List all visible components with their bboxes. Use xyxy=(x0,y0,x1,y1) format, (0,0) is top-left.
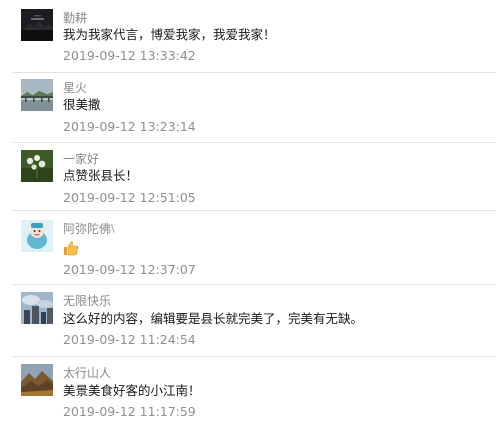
comment-item: 勤耕 我为我家代言，博爱我家，我爱我家！ 2019-09-12 13:33:42 xyxy=(0,0,500,73)
comment-list: 勤耕 我为我家代言，博爱我家，我爱我家！ 2019-09-12 13:33:42… xyxy=(0,0,500,426)
avatar[interactable] xyxy=(21,150,53,182)
comment-timestamp: 2019-09-12 13:33:42 xyxy=(63,48,196,63)
comment-item: 太行山人 美景美食好客的小江南！ 2019-09-12 11:17:59 xyxy=(0,356,500,426)
thumbs-up-icon xyxy=(63,240,79,256)
avatar[interactable] xyxy=(21,79,53,111)
comment-username[interactable]: 太行山人 xyxy=(63,366,111,380)
comment-item: 星火 很美撒 2019-09-12 13:23:14 xyxy=(0,72,500,143)
comment-timestamp: 2019-09-12 11:24:54 xyxy=(63,332,196,347)
comment-timestamp: 2019-09-12 12:37:07 xyxy=(63,262,196,277)
mountain-landscape-avatar-icon xyxy=(21,364,53,396)
comment-username[interactable]: 星火 xyxy=(63,81,87,95)
comment-username[interactable]: 勤耕 xyxy=(63,11,87,25)
white-flower-avatar-icon xyxy=(21,150,53,182)
comment-timestamp: 2019-09-12 12:51:05 xyxy=(63,190,196,205)
bridge-over-water-avatar-icon xyxy=(21,79,53,111)
comment-text: 美景美食好客的小江南！ xyxy=(63,383,201,398)
comment-timestamp: 2019-09-12 11:17:59 xyxy=(63,404,196,419)
comment-item: 无限快乐 这么好的内容，编辑要是县长就完美了，完美有无缺。 2019-09-12… xyxy=(0,284,500,357)
comment-text: 这么好的内容，编辑要是县长就完美了，完美有无缺。 xyxy=(63,311,364,326)
cartoon-character-avatar-icon xyxy=(21,220,53,252)
comment-item: 阿弥陀佛 \ 2019-09-12 12:37:07 xyxy=(0,210,500,285)
dark-night-landscape-avatar-icon xyxy=(21,9,53,41)
comment-username[interactable]: 一家好 xyxy=(63,152,99,166)
avatar[interactable] xyxy=(21,220,53,252)
avatar[interactable] xyxy=(21,9,53,41)
sky-and-buildings-avatar-icon xyxy=(21,292,53,324)
comment-timestamp: 2019-09-12 13:23:14 xyxy=(63,119,196,134)
avatar[interactable] xyxy=(21,364,53,396)
comment-text: 点赞张县长！ xyxy=(63,168,139,183)
username-trailing-mark-icon: \ xyxy=(111,222,115,235)
comment-username[interactable]: 阿弥陀佛 xyxy=(63,222,111,236)
avatar[interactable] xyxy=(21,292,53,324)
comment-text: 我为我家代言，博爱我家，我爱我家！ xyxy=(63,27,276,42)
comment-item: 一家好 点赞张县长！ 2019-09-12 12:51:05 xyxy=(0,142,500,211)
comment-username[interactable]: 无限快乐 xyxy=(63,294,111,308)
comment-text: 很美撒 xyxy=(63,97,101,112)
